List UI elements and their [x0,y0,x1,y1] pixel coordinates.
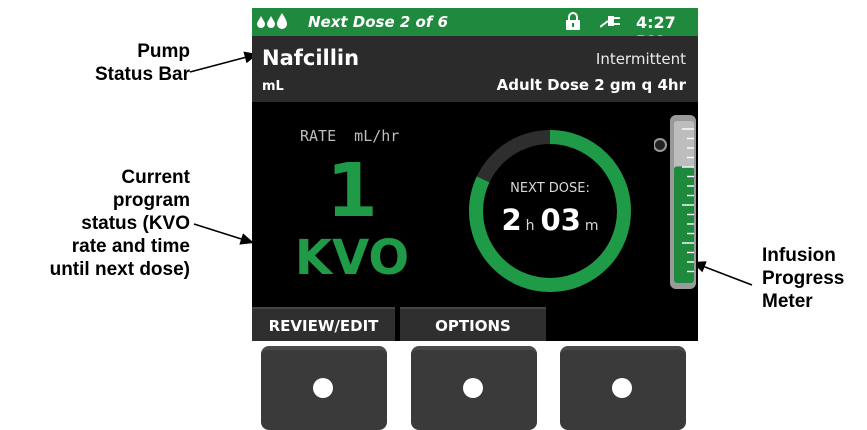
meter-knob [654,138,667,152]
drug-name: Nafcillin [262,46,360,70]
minutes-unit: m [584,218,599,234]
rate-value: 1 [326,148,378,234]
drop-icon [257,13,289,32]
arrow-current-program [193,223,255,245]
button-dot [313,378,333,398]
next-dose-time: 2 h 03 m [485,203,615,237]
infusion-mode: Intermittent [595,50,686,68]
rate-label: RATE mL/hr [300,127,400,145]
callout-line: Meter [762,291,813,312]
next-dose-hours: 2 [501,203,522,237]
arrow-pump-status-bar [189,51,259,73]
callout-line: Status Bar [94,64,190,85]
kvo-label: KVO [294,230,410,286]
plug-icon [599,13,622,34]
next-dose-minutes: 03 [540,203,581,237]
infusion-progress-meter [654,115,696,289]
hardware-softkey-right[interactable] [560,346,686,430]
callout-line: program [112,190,190,211]
next-dose-label: NEXT DOSE: [510,181,590,196]
callout-line: Progress [762,268,845,289]
callout-line: rate and time [71,236,190,257]
lock-icon [566,12,580,35]
callout-line: Pump [137,41,190,62]
callout-pump-status-bar: Pump Status Bar [20,40,190,86]
callout-line: until next dose) [49,259,190,280]
pump-screen: Next Dose 2 of 6 4:27 PM Nafcillin mL In… [252,8,698,341]
options-button[interactable]: OPTIONS [400,307,546,341]
callout-line: Current [121,167,190,188]
callout-infusion-meter: Infusion Progress Meter [762,244,867,313]
callout-line: Infusion [762,245,836,266]
pump-status-bar: Next Dose 2 of 6 4:27 PM [252,8,698,51]
hardware-softkey-left[interactable] [261,346,387,430]
arrow-infusion-meter [691,261,753,286]
button-dot [612,378,632,398]
hardware-softkey-middle[interactable] [411,346,537,430]
program-header: Nafcillin mL Intermittent Adult Dose 2 g… [252,36,698,102]
callout-current-program: Current program status (KVO rate and tim… [0,166,190,281]
dose-count: Next Dose 2 of 6 [308,13,449,31]
button-dot [463,378,483,398]
hours-unit: h [525,218,535,234]
callout-line: status (KVO [81,213,190,234]
drug-unit: mL [262,79,284,94]
review-edit-button[interactable]: REVIEW/EDIT [252,307,395,341]
dose-description: Adult Dose 2 gm q 4hr [496,76,686,94]
